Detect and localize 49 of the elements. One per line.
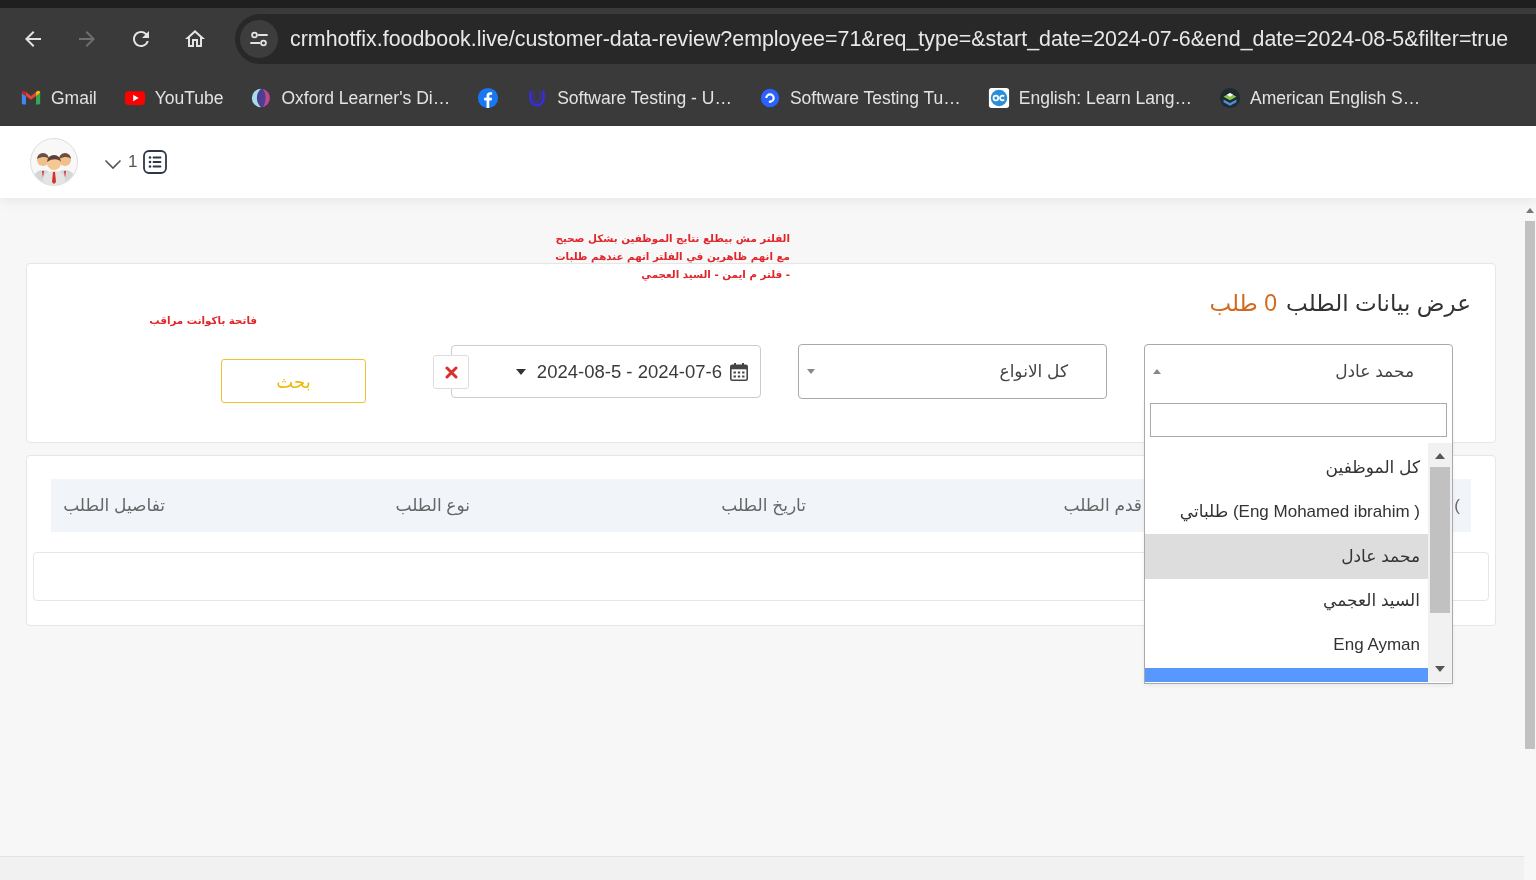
scrollbar-thumb[interactable] — [1430, 467, 1450, 613]
dropdown-option[interactable]: Eng Ayman — [1145, 623, 1428, 668]
request-count: 0 طلب — [1209, 289, 1278, 318]
f-logo-icon — [477, 87, 500, 109]
annotation-note: فاتحة باكوانت مراقب — [149, 313, 257, 329]
dropdown-option[interactable]: كل الموظفين — [1145, 445, 1428, 490]
close-icon — [444, 365, 458, 379]
column-header: قدم الطلب — [1063, 495, 1142, 516]
annotation-note: الفلتر مش بيطلع نتايج الموظفين بشكل صحيح مع انهم ظاهرين في الفلتر انهم عندهم طلبات - فلتر م ايمن - السيد العجمي — [555, 231, 790, 283]
bookmark-button[interactable]: Gmail — [14, 81, 103, 115]
bookmark-button[interactable]: Oxford Learner's Di… — [244, 81, 457, 115]
caret-down-icon — [807, 369, 815, 374]
address-bar[interactable]: crmhotfix.foodbook.live/customer-data-review?employee=71&req_type=&start_date=2024-07-6&end_date=2024-08-5&filter=true — [235, 14, 1536, 64]
bookmark-button[interactable]: Software Testing - U… — [520, 81, 738, 115]
clear-date-button[interactable] — [433, 355, 469, 389]
chevron-down-icon[interactable] — [104, 158, 122, 170]
tune-icon — [249, 29, 269, 49]
count-label: 1 — [128, 152, 138, 172]
bookmark-button[interactable]: American English S… — [1212, 81, 1427, 115]
scroll-down-icon[interactable] — [1435, 666, 1445, 672]
dropdown-option[interactable]: محمد عادل — [1145, 534, 1428, 579]
dropdown-option[interactable] — [1145, 667, 1428, 682]
globe-icon — [250, 87, 273, 109]
avatar-icon[interactable] — [30, 138, 78, 186]
url-text: crmhotfix.foodbook.live/customer-data-review?employee=71&req_type=&start_date=2024-07-6&end_date=2024-08-5&filter=true — [290, 26, 1509, 52]
column-header: ) — [1454, 495, 1460, 516]
bookmark-button[interactable]: Software Testing Tu… — [752, 81, 967, 115]
calendar-icon — [729, 361, 749, 382]
circle-logo-icon — [758, 87, 781, 109]
caret-up-icon — [1153, 369, 1161, 374]
bookmark-button[interactable]: YouTube — [117, 81, 230, 115]
column-header: تاريخ الطلب — [721, 495, 806, 516]
list-icon[interactable] — [143, 150, 168, 174]
rings-logo-icon — [987, 87, 1010, 109]
dropdown-option[interactable]: السيد العجمي — [1145, 578, 1428, 623]
column-header: تفاصيل الطلب — [63, 495, 165, 516]
type-select[interactable]: كل الانواع — [798, 344, 1107, 399]
page-title: عرض بيانات الطلب — [1286, 289, 1471, 319]
caret-down-icon — [515, 368, 526, 375]
layers-icon — [1218, 87, 1241, 109]
scroll-up-icon[interactable] — [1526, 208, 1534, 213]
bookmark-button[interactable]: English: Learn Lang… — [981, 81, 1198, 115]
site-info-button[interactable] — [240, 20, 278, 58]
dropdown-search-field[interactable] — [1150, 403, 1447, 437]
dropdown-option[interactable]: طلباتي (Eng Mohamed ibrahim ) — [1145, 489, 1428, 534]
scrollbar-thumb[interactable] — [1525, 221, 1535, 749]
column-header: نوع الطلب — [395, 495, 470, 516]
date-range-field[interactable]: 2024-07-6 - 2024-08-5 — [451, 345, 761, 398]
scroll-up-icon[interactable] — [1435, 453, 1445, 459]
